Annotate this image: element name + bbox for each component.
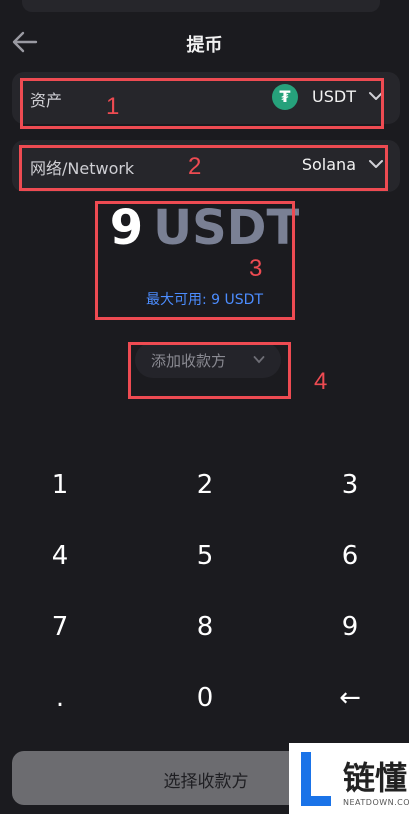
page-title: 提币	[186, 35, 223, 56]
annotation-label-2: 2	[188, 153, 202, 180]
keypad-key[interactable]: 1	[0, 455, 120, 515]
watermark-sub: NEATDOWN.COM	[343, 798, 409, 807]
keypad-key[interactable]: 5	[145, 526, 265, 586]
annotation-box-3	[95, 201, 295, 320]
annotation-label-1: 1	[106, 93, 120, 120]
keypad-key[interactable]: 9	[290, 597, 409, 657]
top-strip	[22, 0, 380, 12]
keypad-backspace-key[interactable]: ←	[290, 668, 409, 728]
keypad-key[interactable]: 8	[145, 597, 265, 657]
annotation-box-1	[20, 78, 384, 129]
watermark-text: 链懂	[343, 759, 408, 797]
keypad-key[interactable]: 3	[290, 455, 409, 515]
header: 提币	[0, 24, 409, 60]
keypad-key[interactable]: 4	[0, 526, 120, 586]
keypad-key[interactable]: 0	[145, 668, 265, 728]
annotation-box-4	[128, 342, 291, 399]
keypad-key[interactable]: 2	[145, 455, 265, 515]
keypad-key[interactable]: 7	[0, 597, 120, 657]
annotation-label-4: 4	[314, 368, 328, 395]
watermark-logo: 链懂 NEATDOWN.COM	[289, 743, 409, 814]
keypad-key[interactable]: 6	[290, 526, 409, 586]
annotation-box-2	[19, 145, 388, 191]
keypad-key[interactable]: .	[0, 668, 120, 728]
watermark-mark-icon	[301, 752, 331, 806]
annotation-label-3: 3	[249, 255, 263, 282]
